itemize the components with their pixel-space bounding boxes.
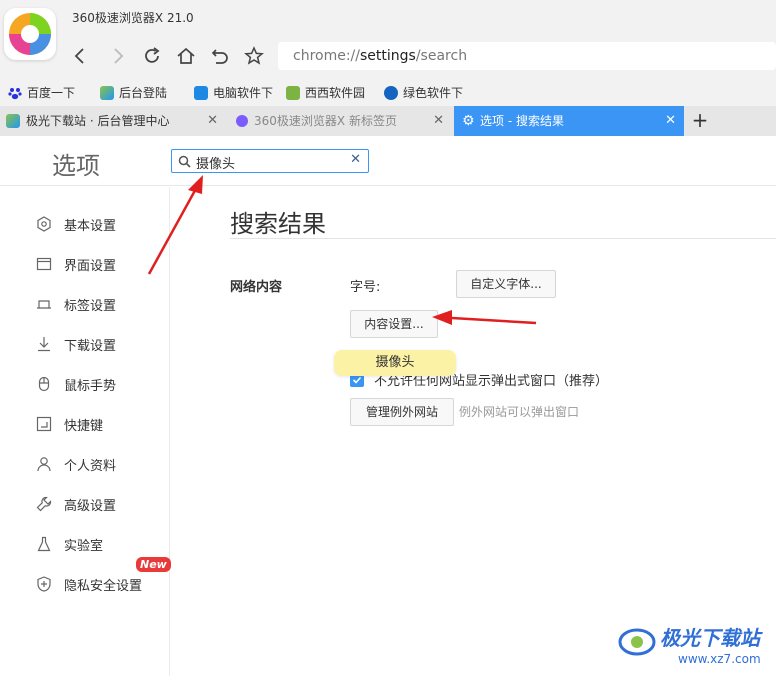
- sidebar-item-privacy[interactable]: 隐私安全设置: [36, 572, 142, 596]
- sidebar-item-shortcuts[interactable]: 快捷键: [36, 412, 103, 436]
- site-xixi-icon: [286, 85, 300, 100]
- site-leaf-icon: [100, 85, 114, 100]
- bookmark-label: 百度一下: [27, 86, 76, 100]
- flask-icon: [36, 536, 52, 552]
- watermark-logo-icon: [618, 628, 656, 656]
- watermark-url: www.xz7.com: [678, 652, 761, 666]
- close-tab-icon[interactable]: ✕: [207, 106, 218, 136]
- site-green-icon: [384, 85, 398, 100]
- sidebar-item-label: 快捷键: [64, 418, 104, 434]
- sidebar-item-advanced[interactable]: 高级设置: [36, 492, 116, 516]
- clear-search-icon[interactable]: ✕: [350, 152, 361, 167]
- bookmarks-bar: 百度一下 后台登陆 电脑软件下 西西软件园 绿色软件下: [0, 80, 776, 106]
- search-query: 摄像头: [196, 157, 236, 172]
- baidu-paw-icon: [8, 86, 22, 100]
- sidebar-item-label: 实验室: [64, 538, 104, 554]
- watermark-name: 极光下载站: [660, 626, 760, 650]
- bookmark-label: 绿色软件下: [403, 86, 464, 100]
- close-tab-icon[interactable]: ✕: [433, 106, 444, 136]
- sidebar-item-tabs[interactable]: 标签设置: [36, 292, 116, 316]
- settings-header: 选项 摄像头 ✕: [0, 136, 776, 186]
- bookmark-item[interactable]: 电脑软件下: [194, 84, 273, 101]
- new-badge: New: [136, 557, 171, 572]
- forward-button[interactable]: [106, 44, 130, 68]
- search-match-tooltip: 摄像头: [334, 350, 456, 376]
- gear-icon: [36, 216, 52, 232]
- manage-exceptions-button[interactable]: 管理例外网站: [350, 398, 454, 426]
- address-host: settings: [360, 48, 416, 64]
- tab-label: 360极速浏览器X 新标签页: [254, 114, 397, 128]
- annotation-arrow-content-settings: [432, 310, 537, 325]
- custom-font-button[interactable]: 自定义字体...: [456, 270, 556, 298]
- home-button[interactable]: [174, 44, 198, 68]
- address-bar[interactable]: chrome://settings/search: [278, 42, 776, 70]
- divider: [230, 238, 776, 239]
- bookmark-label: 电脑软件下: [213, 86, 274, 100]
- sidebar-item-profile[interactable]: 个人资料: [36, 452, 116, 476]
- content-settings-button[interactable]: 内容设置...: [350, 310, 438, 338]
- wrench-icon: [36, 496, 52, 512]
- sidebar-item-download[interactable]: 下载设置: [36, 332, 116, 356]
- browser-logo-icon: [4, 8, 56, 60]
- bookmark-item[interactable]: 绿色软件下: [384, 84, 463, 101]
- exceptions-hint: 例外网站可以弹出窗口: [459, 405, 580, 419]
- sidebar-item-label: 隐私安全设置: [64, 578, 143, 594]
- tab-newtab[interactable]: 360极速浏览器X 新标签页 ✕: [228, 106, 452, 136]
- sidebar-item-label: 基本设置: [64, 218, 117, 234]
- browser-titlebar: 360极速浏览器X 21.0 chrome://settings/search: [0, 0, 776, 80]
- bookmark-item[interactable]: 西西软件园: [286, 84, 365, 101]
- settings-search-input[interactable]: 摄像头 ✕: [171, 149, 369, 173]
- site-icon: [6, 114, 20, 128]
- tab-strip: 极光下载站 · 后台管理中心 ✕ 360极速浏览器X 新标签页 ✕ ⚙ 选项 -…: [0, 106, 776, 136]
- page-title: 选项: [52, 152, 100, 180]
- sidebar-item-label: 下载设置: [64, 338, 117, 354]
- mouse-icon: [36, 376, 52, 392]
- sidebar-item-label: 界面设置: [64, 258, 117, 274]
- bookmark-item[interactable]: 百度一下: [8, 84, 75, 101]
- sidebar-item-interface[interactable]: 界面设置: [36, 252, 116, 276]
- back-button[interactable]: [68, 44, 92, 68]
- results-title: 搜索结果: [230, 210, 326, 238]
- sidebar-item-label: 鼠标手势: [64, 378, 117, 394]
- site-e-icon: [194, 85, 208, 100]
- bookmark-item[interactable]: 后台登陆: [100, 84, 167, 101]
- sidebar-item-mouse[interactable]: 鼠标手势: [36, 372, 116, 396]
- person-icon: [36, 456, 52, 472]
- favorite-star-button[interactable]: [242, 44, 266, 68]
- bookmark-label: 西西软件园: [305, 86, 366, 100]
- search-icon: [178, 155, 191, 168]
- tab-label: 选项 - 搜索结果: [480, 114, 564, 128]
- tab-jiguang[interactable]: 极光下载站 · 后台管理中心 ✕: [0, 106, 226, 136]
- address-path: /search: [415, 48, 468, 64]
- sidebar-item-lab[interactable]: 实验室: [36, 532, 103, 556]
- settings-sidebar: 基本设置 界面设置 标签设置 下载设置 鼠标手势 快捷键 个人资料 高级设置 实…: [0, 187, 171, 676]
- address-prefix: chrome://: [293, 48, 360, 64]
- sidebar-item-basic[interactable]: 基本设置: [36, 212, 116, 236]
- close-tab-icon[interactable]: ✕: [665, 106, 676, 136]
- bookmark-label: 后台登陆: [119, 86, 168, 100]
- tab-icon: [36, 296, 52, 312]
- tab-label: 极光下载站 · 后台管理中心: [26, 114, 170, 128]
- sidebar-item-label: 个人资料: [64, 458, 117, 474]
- tab-settings-search[interactable]: ⚙ 选项 - 搜索结果 ✕: [454, 106, 684, 136]
- window-icon: [36, 256, 52, 272]
- font-size-label: 字号:: [350, 280, 381, 295]
- gear-icon: ⚙: [462, 113, 475, 129]
- section-label-web-content: 网络内容: [230, 280, 283, 295]
- watermark: 极光下载站 www.xz7.com: [618, 620, 776, 676]
- download-icon: [36, 336, 52, 352]
- shield-icon: [36, 576, 52, 592]
- site-icon: [236, 115, 248, 127]
- shortcut-icon: [36, 416, 52, 432]
- window-title: 360极速浏览器X 21.0: [72, 11, 194, 25]
- new-tab-button[interactable]: +: [688, 106, 712, 136]
- sidebar-item-label: 标签设置: [64, 298, 117, 314]
- undo-close-button[interactable]: [208, 44, 232, 68]
- reload-button[interactable]: [140, 44, 164, 68]
- sidebar-item-label: 高级设置: [64, 498, 117, 514]
